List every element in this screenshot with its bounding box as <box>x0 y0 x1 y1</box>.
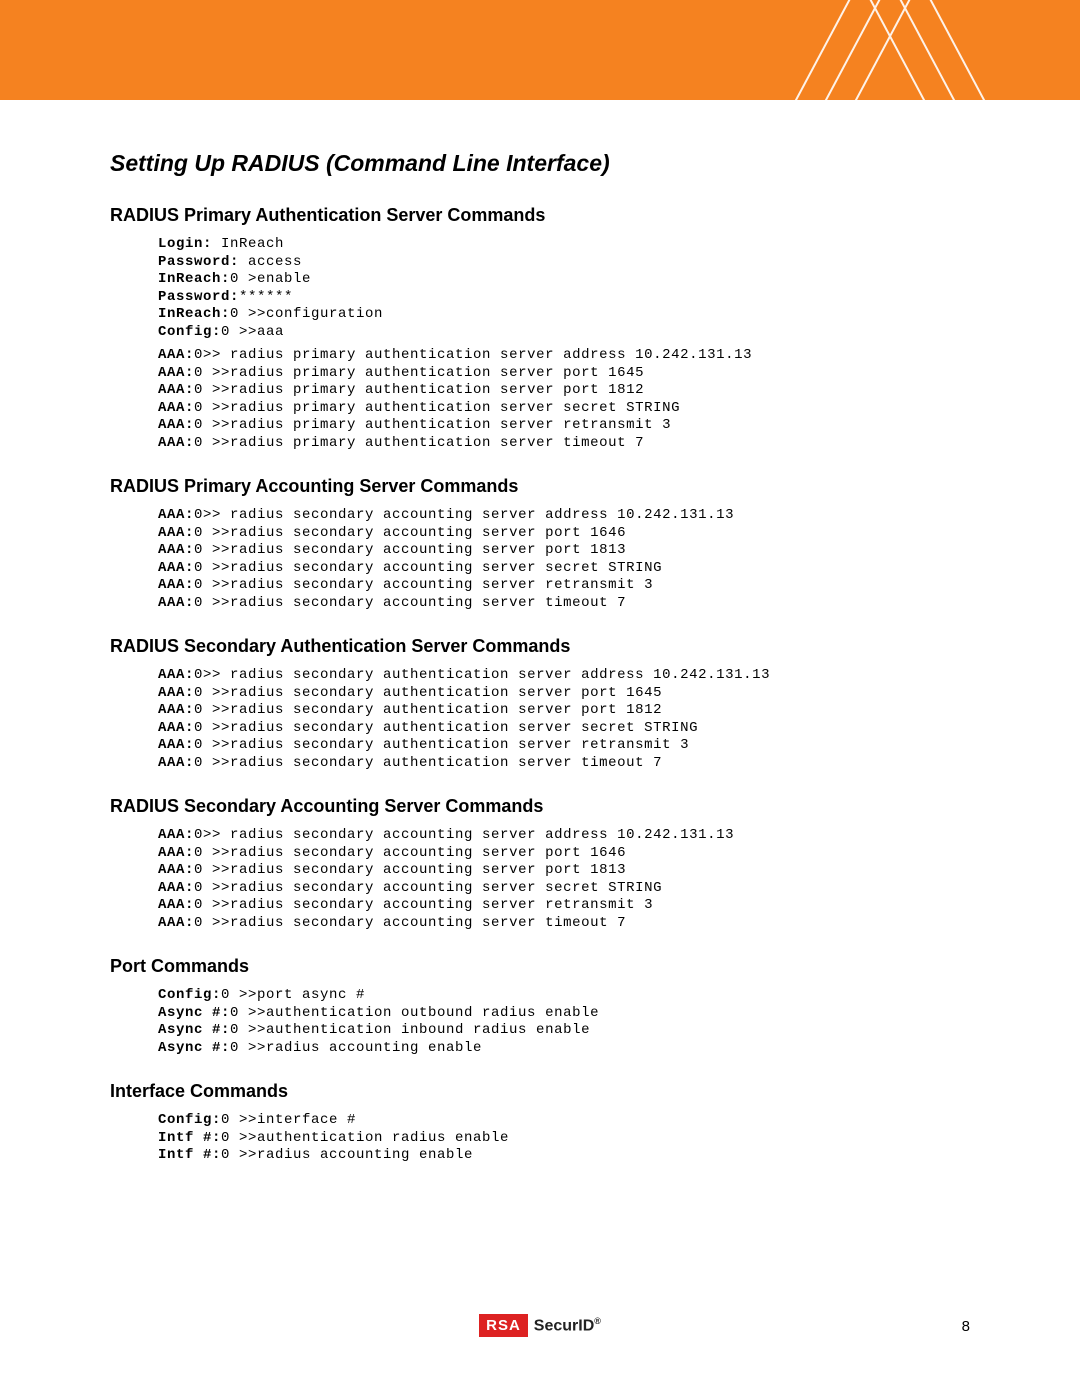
code-line: AAA:0>> radius secondary accounting serv… <box>158 507 970 525</box>
heading-primary-acct: RADIUS Primary Accounting Server Command… <box>110 476 970 497</box>
code-line: InReach:0 >enable <box>158 271 970 289</box>
page-title: Setting Up RADIUS (Command Line Interfac… <box>110 150 970 177</box>
heading-port: Port Commands <box>110 956 970 977</box>
code-line: AAA:0 >>radius secondary accounting serv… <box>158 542 970 560</box>
code-line: AAA:0 >>radius primary authentication se… <box>158 400 970 418</box>
code-line: Config:0 >>interface # <box>158 1112 970 1130</box>
code-secondary-auth: AAA:0>> radius secondary authentication … <box>158 667 970 772</box>
code-line: Config:0 >>aaa <box>158 324 970 342</box>
page-number: 8 <box>962 1318 970 1335</box>
code-interface: Config:0 >>interface #Intf #:0 >>authent… <box>158 1112 970 1165</box>
code-line: AAA:0>> radius primary authentication se… <box>158 347 970 365</box>
code-line: Config:0 >>port async # <box>158 987 970 1005</box>
code-line: Password: access <box>158 254 970 272</box>
heading-secondary-acct: RADIUS Secondary Accounting Server Comma… <box>110 796 970 817</box>
code-port: Config:0 >>port async #Async #:0 >>authe… <box>158 987 970 1057</box>
code-line: AAA:0 >>radius primary authentication se… <box>158 417 970 435</box>
code-line: AAA:0 >>radius secondary accounting serv… <box>158 862 970 880</box>
code-line: Async #:0 >>authentication inbound radiu… <box>158 1022 970 1040</box>
code-line: Intf #:0 >>authentication radius enable <box>158 1130 970 1148</box>
header-band <box>0 0 1080 100</box>
code-line: AAA:0 >>radius secondary authentication … <box>158 755 970 773</box>
footer: RSA SecurID® <box>0 1314 1080 1337</box>
code-line: AAA:0 >>radius primary authentication se… <box>158 382 970 400</box>
code-line: InReach:0 >>configuration <box>158 306 970 324</box>
code-line: AAA:0 >>radius secondary accounting serv… <box>158 915 970 933</box>
code-line: AAA:0 >>radius secondary accounting serv… <box>158 897 970 915</box>
code-line: AAA:0 >>radius secondary accounting serv… <box>158 525 970 543</box>
code-line: AAA:0 >>radius primary authentication se… <box>158 435 970 453</box>
code-line: Login: InReach <box>158 236 970 254</box>
code-line: AAA:0 >>radius primary authentication se… <box>158 365 970 383</box>
code-line: Async #:0 >>authentication outbound radi… <box>158 1005 970 1023</box>
code-line: AAA:0 >>radius secondary accounting serv… <box>158 845 970 863</box>
code-primary-auth: AAA:0>> radius primary authentication se… <box>158 347 970 452</box>
code-line: Password:****** <box>158 289 970 307</box>
code-login: Login: InReachPassword: accessInReach:0 … <box>158 236 970 341</box>
code-line: AAA:0 >>radius secondary authentication … <box>158 685 970 703</box>
code-line: AAA:0>> radius secondary authentication … <box>158 667 970 685</box>
page-content: Setting Up RADIUS (Command Line Interfac… <box>0 100 1080 1165</box>
code-primary-acct: AAA:0>> radius secondary accounting serv… <box>158 507 970 612</box>
code-line: AAA:0>> radius secondary accounting serv… <box>158 827 970 845</box>
rsa-securid-logo: RSA SecurID® <box>479 1314 601 1337</box>
heading-interface: Interface Commands <box>110 1081 970 1102</box>
code-line: AAA:0 >>radius secondary authentication … <box>158 702 970 720</box>
code-line: AAA:0 >>radius secondary accounting serv… <box>158 560 970 578</box>
code-line: Intf #:0 >>radius accounting enable <box>158 1147 970 1165</box>
code-line: AAA:0 >>radius secondary authentication … <box>158 720 970 738</box>
code-line: AAA:0 >>radius secondary authentication … <box>158 737 970 755</box>
code-secondary-acct: AAA:0>> radius secondary accounting serv… <box>158 827 970 932</box>
heading-primary-auth: RADIUS Primary Authentication Server Com… <box>110 205 970 226</box>
heading-secondary-auth: RADIUS Secondary Authentication Server C… <box>110 636 970 657</box>
header-decorative-lines <box>740 0 1040 130</box>
code-line: AAA:0 >>radius secondary accounting serv… <box>158 595 970 613</box>
code-line: Async #:0 >>radius accounting enable <box>158 1040 970 1058</box>
code-line: AAA:0 >>radius secondary accounting serv… <box>158 577 970 595</box>
securid-text: SecurID® <box>534 1316 601 1335</box>
code-line: AAA:0 >>radius secondary accounting serv… <box>158 880 970 898</box>
rsa-box: RSA <box>479 1314 528 1337</box>
